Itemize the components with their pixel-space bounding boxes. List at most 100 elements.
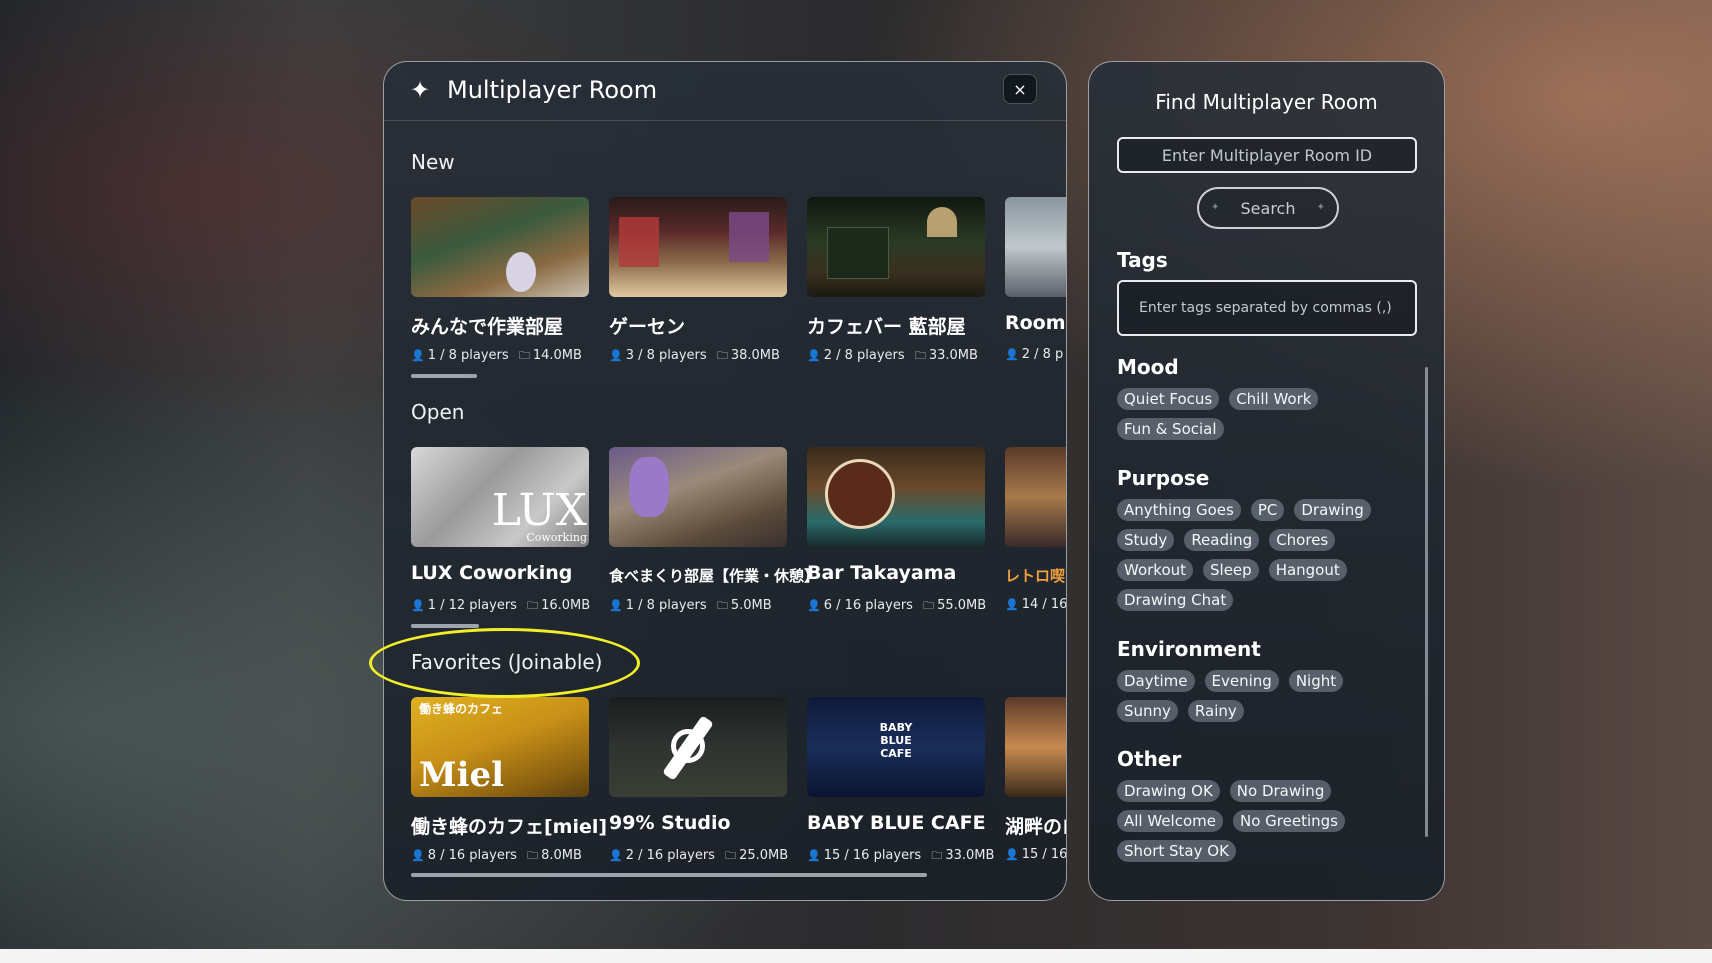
folder-icon: 🗀 — [518, 349, 530, 362]
room-thumbnail — [411, 197, 589, 297]
highlight-annotation — [369, 628, 640, 698]
room-meta: 👤 1 / 12 players 🗀 16.0MB — [411, 597, 590, 616]
room-card[interactable]: BABY BLUE CAFE BABY BLUE CAFE 👤 15 / 16 p… — [807, 697, 994, 863]
person-icon: 👤 — [411, 849, 425, 862]
tag-chip[interactable]: Drawing — [1294, 499, 1371, 521]
person-icon: 👤 — [807, 349, 821, 362]
folder-icon: 🗀 — [931, 849, 943, 862]
room-row-open[interactable]: LUX Coworking LUX Coworking 👤 1 / 12 play… — [411, 447, 1066, 617]
room-name: ゲーセン — [609, 316, 686, 338]
room-card[interactable]: カフェバー 藍部屋 👤 2 / 8 players 🗀 33.0MB — [807, 197, 987, 363]
row-scrollbar-new[interactable] — [411, 374, 477, 378]
row-scrollbar-open[interactable] — [411, 624, 479, 628]
tag-chip[interactable]: Chill Work — [1229, 388, 1319, 410]
room-card[interactable]: ゲーセン 👤 3 / 8 players 🗀 38.0MB — [609, 197, 789, 363]
tag-chip[interactable]: Short Stay OK — [1117, 840, 1236, 862]
person-icon: 👤 — [807, 599, 821, 612]
room-row-favorites[interactable]: 働き蜂のカフェ Miel 働き蜂のカフェ[miel] 👤 8 / 16 playe… — [411, 697, 1066, 867]
tag-chip[interactable]: Chores — [1269, 529, 1336, 551]
sparkle-icon: ✦ — [410, 76, 431, 104]
thumb-lux-subtext: Coworking — [526, 531, 587, 544]
room-name: LUX Coworking — [411, 562, 573, 584]
folder-icon: 🗀 — [527, 849, 539, 862]
room-meta: 👤 14 / 16 — [1005, 597, 1067, 612]
person-icon: 👤 — [1005, 848, 1019, 861]
room-name: 99% Studio — [609, 812, 731, 834]
tag-group-other: Drawing OK No Drawing All Welcome No Gre… — [1117, 780, 1397, 862]
room-name: みんなで作業部屋 — [411, 316, 564, 338]
tag-chip[interactable]: Reading — [1184, 529, 1260, 551]
room-thumbnail: BABY BLUE CAFE — [807, 697, 985, 797]
room-name: レトロ喫 — [1005, 567, 1066, 585]
section-title-open: Open — [411, 400, 465, 424]
tag-chip[interactable]: Daytime — [1117, 670, 1195, 692]
folder-icon: 🗀 — [716, 349, 728, 362]
room-meta: 👤 1 / 8 players 🗀 5.0MB — [609, 597, 772, 616]
tag-chip[interactable]: PC — [1250, 499, 1285, 521]
tag-chip[interactable]: Sleep — [1203, 559, 1259, 581]
room-row-new[interactable]: みんなで作業部屋 👤 1 / 8 players 🗀 14.0MB ゲーセン 👤 3 … — [411, 197, 1066, 367]
tag-chip[interactable]: No Greetings — [1232, 810, 1345, 832]
room-thumbnail — [609, 447, 787, 547]
room-name: Room — [1005, 312, 1066, 334]
tag-chip[interactable]: No Drawing — [1229, 780, 1332, 802]
room-thumbnail: LUX Coworking — [411, 447, 589, 547]
room-meta: 👤 3 / 8 players 🗀 38.0MB — [609, 347, 780, 366]
room-thumbnail — [1005, 197, 1066, 297]
multiplayer-room-panel: ✦ Multiplayer Room × New みんなで作業部屋 👤 1 / 8… — [383, 61, 1067, 901]
tags-scrollbar[interactable] — [1425, 367, 1428, 837]
tag-chip[interactable]: Drawing OK — [1117, 780, 1220, 802]
tag-chip[interactable]: Hangout — [1268, 559, 1347, 581]
tag-chip[interactable]: Quiet Focus — [1117, 388, 1220, 410]
search-button[interactable]: ✦ Search ✦ — [1197, 187, 1339, 229]
room-thumbnail — [1005, 447, 1066, 547]
close-button[interactable]: × — [1003, 74, 1037, 104]
room-thumbnail — [807, 447, 985, 547]
tag-chip[interactable]: Evening — [1204, 670, 1279, 692]
tag-chip[interactable]: Night — [1288, 670, 1344, 692]
room-card[interactable]: 食べまくり部屋【作業・休憩】 👤 1 / 8 players 🗀 5.0MB — [609, 447, 819, 613]
tags-input[interactable] — [1117, 280, 1417, 336]
person-icon: 👤 — [807, 849, 821, 862]
room-name: Bar Takayama — [807, 562, 957, 584]
tag-group-environment: Daytime Evening Night Sunny Rainy — [1117, 670, 1397, 722]
row-scrollbar-favorites[interactable] — [411, 873, 927, 877]
tag-chip[interactable]: Fun & Social — [1117, 418, 1224, 440]
sparkle-icon: ✦ — [1316, 202, 1325, 213]
room-card[interactable]: レトロ喫 👤 14 / 16 — [1005, 447, 1066, 612]
room-card[interactable]: 働き蜂のカフェ Miel 働き蜂のカフェ[miel] 👤 8 / 16 playe… — [411, 697, 607, 863]
room-card[interactable]: 湖畔のロ 👤15 / 16 — [1005, 697, 1066, 862]
room-meta: 👤 2 / 8 p — [1005, 347, 1064, 362]
room-id-input[interactable] — [1117, 137, 1417, 173]
tag-chip[interactable]: Drawing Chat — [1117, 589, 1234, 611]
sparkle-icon: ✦ — [1211, 202, 1220, 213]
tag-chip[interactable]: Workout — [1117, 559, 1194, 581]
room-card[interactable]: みんなで作業部屋 👤 1 / 8 players 🗀 14.0MB — [411, 197, 591, 363]
tag-chip[interactable]: Sunny — [1117, 700, 1178, 722]
room-name: カフェバー 藍部屋 — [807, 316, 966, 338]
room-card[interactable]: Room 👤 2 / 8 p — [1005, 197, 1066, 362]
room-meta: 👤 15 / 16 — [1005, 847, 1067, 862]
thumb-baby-blue-text: BABY BLUE CAFE — [879, 721, 913, 760]
room-meta: 👤 8 / 16 players 🗀 8.0MB — [411, 847, 582, 866]
person-icon: 👤 — [411, 349, 425, 362]
room-thumbnail — [807, 197, 985, 297]
tag-chip[interactable]: Study — [1117, 529, 1175, 551]
section-title-new: New — [411, 150, 455, 174]
tag-chip[interactable]: Rainy — [1187, 700, 1244, 722]
tags-heading: Tags — [1117, 248, 1168, 272]
room-name: 湖畔のロ — [1005, 816, 1066, 838]
person-icon: 👤 — [411, 599, 425, 612]
search-button-label: Search — [1240, 198, 1296, 218]
person-icon: 👤 — [609, 349, 623, 362]
room-meta: 👤 15 / 16 players 🗀 33.0MB — [807, 847, 994, 866]
person-icon: 👤 — [609, 849, 623, 862]
folder-icon: 🗀 — [725, 849, 737, 862]
room-card[interactable]: LUX Coworking LUX Coworking 👤 1 / 12 play… — [411, 447, 591, 613]
folder-icon: 🗀 — [923, 599, 935, 612]
room-card[interactable]: 99% Studio 👤 2 / 16 players 🗀 25.0MB — [609, 697, 789, 863]
tag-chip[interactable]: All Welcome — [1117, 810, 1223, 832]
panel-header: ✦ Multiplayer Room × — [384, 62, 1066, 121]
tag-chip[interactable]: Anything Goes — [1117, 499, 1241, 521]
room-card[interactable]: Bar Takayama 👤 6 / 16 players 🗀 55.0MB — [807, 447, 987, 613]
